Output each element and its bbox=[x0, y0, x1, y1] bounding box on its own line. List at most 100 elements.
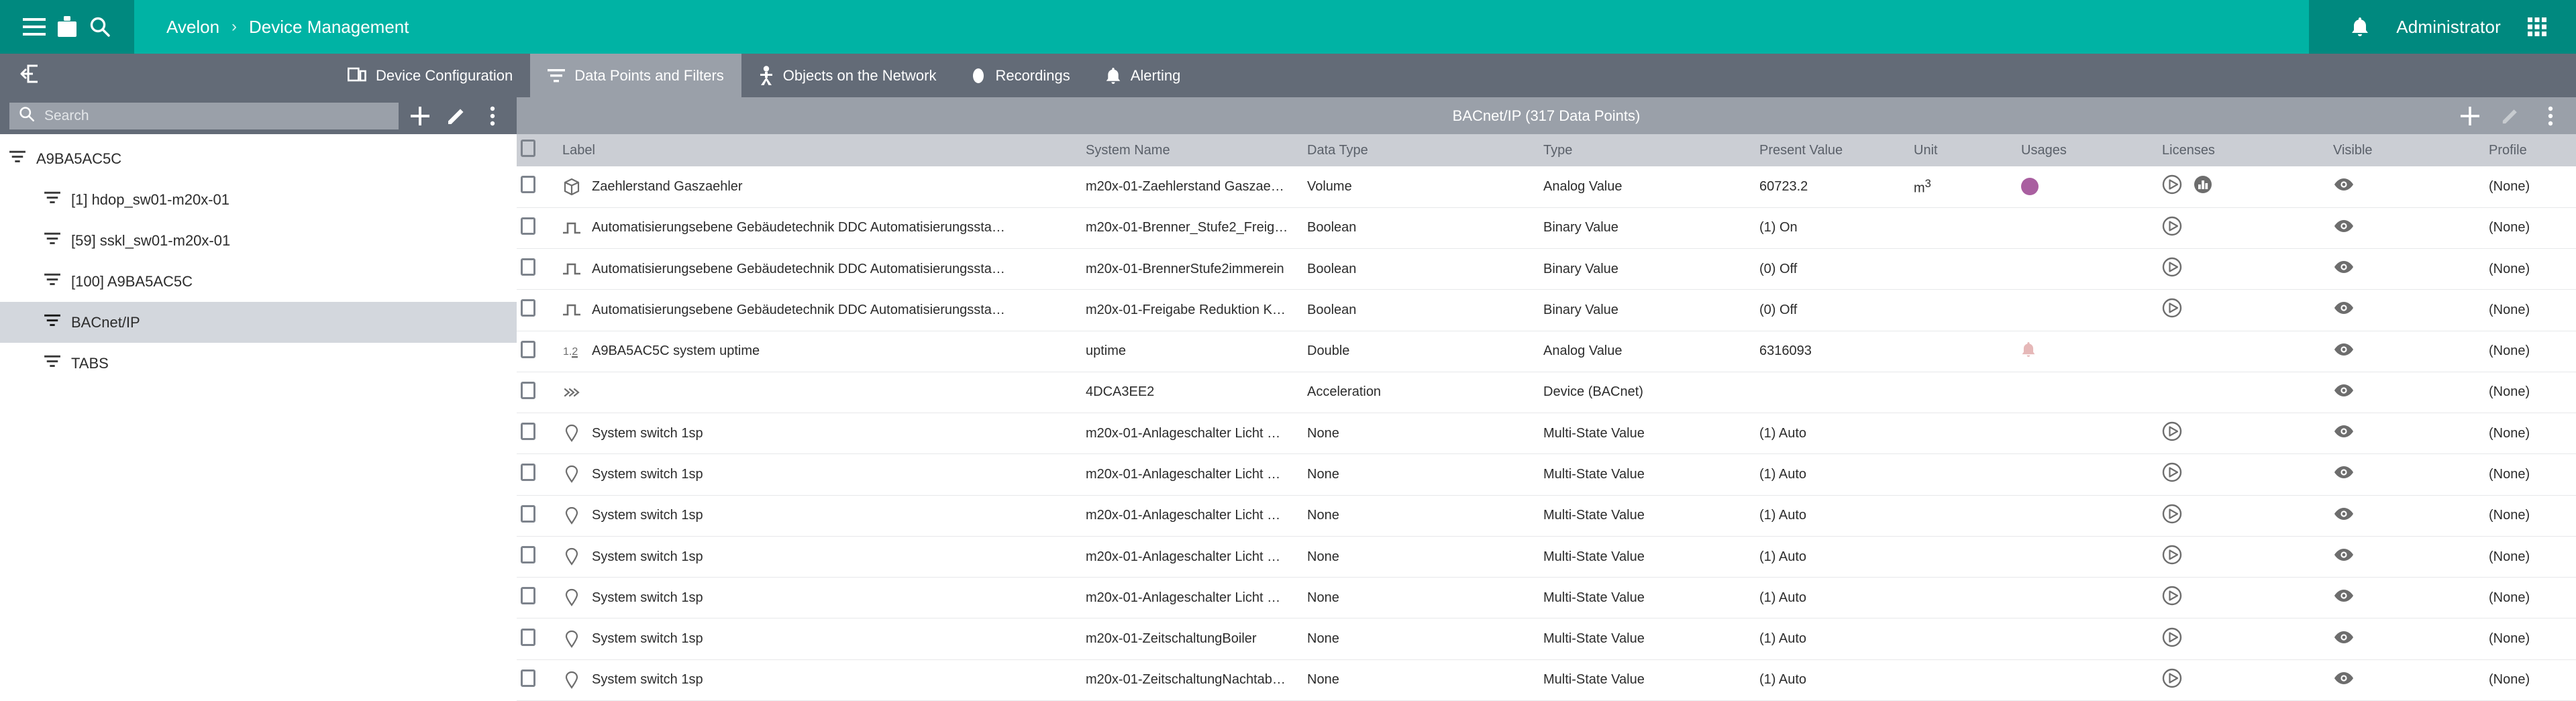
eye-icon[interactable] bbox=[2333, 590, 2355, 606]
cell-label: Automatisierungsebene Gebäudetechnik DDC… bbox=[558, 207, 1082, 250]
sidebar-item-tabs[interactable]: TABS bbox=[0, 343, 517, 384]
column-header-type[interactable]: Type bbox=[1539, 134, 1755, 166]
table-row[interactable]: 1.2 A9BA5AC5C system uptime uptime Double An… bbox=[517, 331, 2576, 372]
apps-grid-icon[interactable] bbox=[2524, 13, 2551, 40]
usage-alarm-bell-icon[interactable] bbox=[2021, 340, 2036, 363]
eye-icon[interactable] bbox=[2333, 507, 2355, 525]
row-checkbox[interactable] bbox=[521, 669, 535, 687]
table-row[interactable]: Zaehlerstand Gaszaehler m20x-01-Zaehlerst… bbox=[517, 166, 2576, 208]
eye-icon[interactable] bbox=[2333, 549, 2355, 565]
sidebar-edit-button[interactable] bbox=[442, 101, 471, 131]
table-row[interactable]: System switch 1sp m20x-01-Anlageschalter … bbox=[517, 453, 2576, 496]
content-add-button[interactable] bbox=[2457, 103, 2483, 129]
search-input[interactable] bbox=[44, 107, 389, 124]
row-checkbox[interactable] bbox=[521, 628, 535, 646]
row-checkbox[interactable] bbox=[521, 504, 535, 523]
tab-device-configuration[interactable]: Device Configuration bbox=[330, 54, 530, 97]
table-row[interactable]: System switch 1sp m20x-01-ZeitschaltungBo… bbox=[517, 618, 2576, 660]
search-icon[interactable] bbox=[87, 13, 113, 40]
eye-icon[interactable] bbox=[2333, 671, 2355, 689]
row-checkbox[interactable] bbox=[521, 464, 535, 482]
eye-icon[interactable] bbox=[2333, 425, 2355, 442]
eye-icon[interactable] bbox=[2333, 466, 2355, 483]
cell-profile: (None) bbox=[2485, 453, 2576, 496]
eye-icon[interactable] bbox=[2333, 178, 2355, 195]
hamburger-icon[interactable] bbox=[21, 13, 48, 40]
table-row[interactable]: System switch 1sp m20x-01-Anlageschalter … bbox=[517, 536, 2576, 578]
pulse-icon bbox=[562, 303, 581, 317]
column-header-present-value[interactable]: Present Value bbox=[1755, 134, 1910, 166]
eye-icon[interactable] bbox=[2333, 631, 2355, 648]
select-all-checkbox[interactable] bbox=[521, 140, 535, 157]
license-play-icon[interactable] bbox=[2162, 174, 2182, 199]
usage-dot-indicator[interactable] bbox=[2021, 178, 2039, 196]
content-more-button[interactable] bbox=[2537, 103, 2564, 129]
license-play-icon[interactable] bbox=[2162, 216, 2182, 240]
cell-unit bbox=[1910, 331, 2017, 372]
license-play-icon[interactable] bbox=[2162, 298, 2182, 322]
cell-profile: (None) bbox=[2485, 372, 2576, 414]
sidebar-item-sskl-sw01[interactable]: [59] sskl_sw01-m20x-01 bbox=[0, 220, 517, 261]
user-name-label[interactable]: Administrator bbox=[2396, 17, 2501, 38]
sidebar-item-100-a9ba5ac5c[interactable]: [100] A9BA5AC5C bbox=[0, 261, 517, 302]
column-header-system-name[interactable]: System Name bbox=[1082, 134, 1303, 166]
table-row[interactable]: System switch 1sp m20x-01-Anlageschalter … bbox=[517, 577, 2576, 619]
eye-icon[interactable] bbox=[2333, 343, 2355, 360]
bell-icon[interactable] bbox=[2347, 13, 2373, 40]
column-header-unit[interactable]: Unit bbox=[1910, 134, 2017, 166]
table-row[interactable]: System switch 1sp m20x-01-Anlageschalter … bbox=[517, 495, 2576, 537]
row-select-cell bbox=[517, 289, 558, 331]
license-play-icon[interactable] bbox=[2162, 504, 2182, 528]
row-checkbox[interactable] bbox=[521, 176, 535, 194]
table-row[interactable]: System switch 1sp m20x-01-Anlageschalter … bbox=[517, 413, 2576, 455]
cell-licenses bbox=[2158, 331, 2329, 372]
table-row[interactable]: Automatisierungsebene Gebäudetechnik DDC… bbox=[517, 248, 2576, 290]
row-checkbox[interactable] bbox=[521, 381, 535, 399]
license-play-icon[interactable] bbox=[2162, 627, 2182, 651]
license-play-icon[interactable] bbox=[2162, 421, 2182, 445]
row-checkbox[interactable] bbox=[521, 299, 535, 317]
license-play-icon[interactable] bbox=[2162, 586, 2182, 610]
row-checkbox[interactable] bbox=[521, 258, 535, 276]
license-play-icon[interactable] bbox=[2162, 462, 2182, 486]
column-header-profile[interactable]: Profile bbox=[2485, 134, 2576, 166]
content-edit-button[interactable] bbox=[2497, 103, 2524, 129]
column-header-licenses[interactable]: Licenses bbox=[2158, 134, 2329, 166]
sidebar-item-a9ba5ac5c[interactable]: A9BA5AC5C bbox=[0, 138, 517, 179]
row-checkbox[interactable] bbox=[521, 340, 535, 358]
sidebar-search-box[interactable] bbox=[9, 102, 399, 129]
breadcrumb-item-root[interactable]: Avelon bbox=[166, 17, 219, 38]
column-header-visible[interactable]: Visible bbox=[2329, 134, 2485, 166]
tab-recordings[interactable]: Recordings bbox=[954, 54, 1087, 97]
tab-alerting[interactable]: Alerting bbox=[1088, 54, 1198, 97]
table-row[interactable]: System switch 1sp m20x-01-ZeitschaltungNa… bbox=[517, 659, 2576, 701]
tab-objects-on-the-network[interactable]: Objects on the Network bbox=[741, 54, 954, 97]
sidebar-item-hdop-sw01[interactable]: [1] hdop_sw01-m20x-01 bbox=[0, 179, 517, 220]
collapse-panel-button[interactable] bbox=[0, 54, 134, 97]
sidebar-more-button[interactable] bbox=[478, 101, 507, 131]
eye-icon[interactable] bbox=[2333, 261, 2355, 278]
tab-data-points-and-filters[interactable]: Data Points and Filters bbox=[530, 54, 741, 97]
column-header-data-type[interactable]: Data Type bbox=[1303, 134, 1539, 166]
table-row[interactable]: 4DCA3EE2 Acceleration Device (BACnet) (None… bbox=[517, 372, 2576, 414]
briefcase-icon[interactable] bbox=[54, 13, 81, 40]
column-header-usages[interactable]: Usages bbox=[2017, 134, 2158, 166]
eye-icon[interactable] bbox=[2333, 384, 2355, 401]
row-checkbox[interactable] bbox=[521, 546, 535, 564]
license-play-icon[interactable] bbox=[2162, 545, 2182, 569]
table-row[interactable]: Automatisierungsebene Gebäudetechnik DDC… bbox=[517, 289, 2576, 331]
breadcrumb-item-current[interactable]: Device Management bbox=[249, 17, 409, 38]
row-label-text: System switch 1sp bbox=[592, 466, 703, 482]
row-checkbox[interactable] bbox=[521, 423, 535, 441]
column-header-label[interactable]: Label bbox=[558, 134, 1082, 166]
sidebar-add-button[interactable] bbox=[405, 101, 435, 131]
row-checkbox[interactable] bbox=[521, 587, 535, 605]
row-checkbox[interactable] bbox=[521, 217, 535, 235]
license-chart-icon[interactable] bbox=[2193, 174, 2213, 199]
eye-icon[interactable] bbox=[2333, 219, 2355, 237]
eye-icon[interactable] bbox=[2333, 302, 2355, 319]
table-row[interactable]: Automatisierungsebene Gebäudetechnik DDC… bbox=[517, 207, 2576, 250]
license-play-icon[interactable] bbox=[2162, 668, 2182, 692]
license-play-icon[interactable] bbox=[2162, 257, 2182, 281]
sidebar-item-bacnet-ip[interactable]: BACnet/IP bbox=[0, 302, 517, 343]
